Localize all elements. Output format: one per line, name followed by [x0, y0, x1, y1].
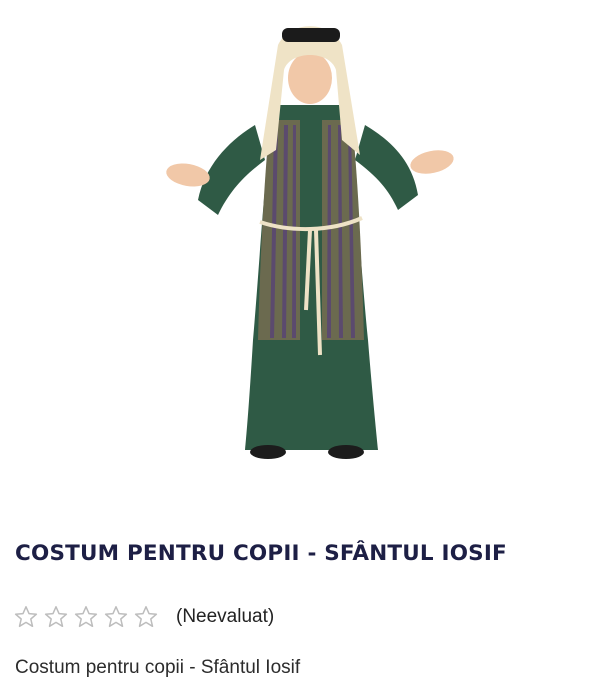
- star-outline-icon: [44, 606, 68, 628]
- rating-label[interactable]: (Neevaluat): [176, 606, 274, 628]
- star-outline-icon: [14, 606, 38, 628]
- product-image[interactable]: [150, 10, 470, 470]
- rating-stars[interactable]: [14, 605, 158, 629]
- product-page: COSTUM PENTRU COPII - SFÂNTUL IOSIF (Nee…: [0, 0, 612, 699]
- star-outline-icon: [74, 606, 98, 628]
- product-title: COSTUM PENTRU COPII - SFÂNTUL IOSIF: [15, 541, 507, 566]
- star-outline-icon: [134, 606, 158, 628]
- product-short-description: Costum pentru copii - Sfântul Iosif: [15, 657, 301, 678]
- star-outline-icon: [104, 606, 128, 628]
- product-rating: (Neevaluat): [14, 602, 274, 632]
